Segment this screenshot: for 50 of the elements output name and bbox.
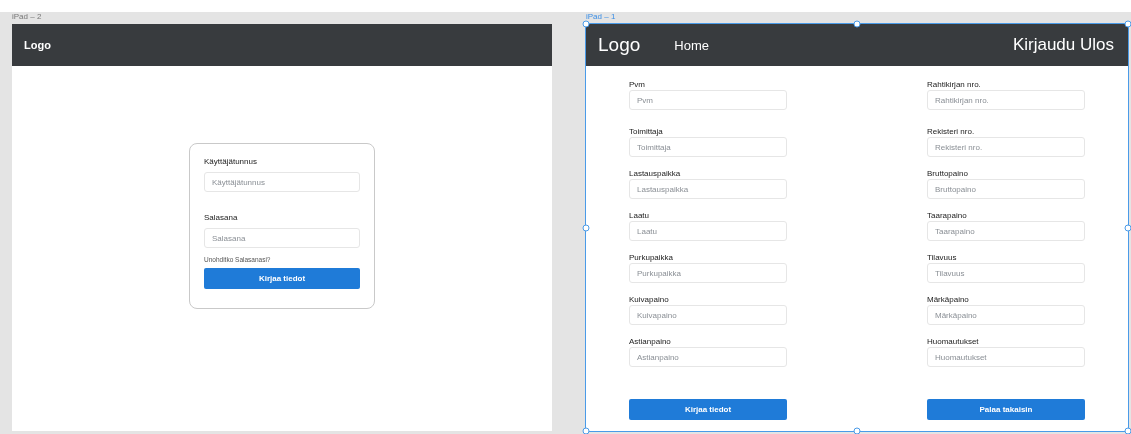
input-field[interactable]: Taarapaino <box>927 221 1085 241</box>
resize-handle[interactable] <box>853 20 861 28</box>
field-label: Salasana <box>204 213 239 223</box>
field-label: Lastauspaikka <box>629 169 682 179</box>
field-label: Tilavuus <box>927 253 958 263</box>
resize-handle[interactable] <box>582 427 590 434</box>
back-button[interactable]: Palaa takaisin <box>927 399 1085 420</box>
input-field[interactable]: Tilavuus <box>927 263 1085 283</box>
field-label: Märkäpaino <box>927 295 970 305</box>
field-label: Purkupaikka <box>629 253 675 263</box>
logo: Logo <box>24 39 51 51</box>
input-field[interactable]: Huomautukset <box>927 347 1085 367</box>
submit-button[interactable]: Kirjaa tiedot <box>204 268 360 289</box>
field-label: Astianpaino <box>629 337 672 347</box>
field-label: Laatu <box>629 211 651 221</box>
input-field[interactable]: Laatu <box>629 221 787 241</box>
input-field[interactable]: Salasana <box>204 228 360 248</box>
field-label: Kuivapaino <box>629 295 670 305</box>
field-label: Taarapaino <box>927 211 968 221</box>
frame-title[interactable]: iPad – 2 <box>12 12 42 21</box>
field-label: Rekisteri nro. <box>927 127 976 137</box>
input-field[interactable]: Rahtikirjan nro. <box>927 90 1085 110</box>
resize-handle[interactable] <box>1124 20 1131 28</box>
resize-handle[interactable] <box>853 427 861 434</box>
input-field[interactable]: Astianpaino <box>629 347 787 367</box>
submit-button[interactable]: Kirjaa tiedot <box>629 399 787 420</box>
logout-link[interactable]: Kirjaudu Ulos <box>1012 35 1114 55</box>
resize-handle[interactable] <box>582 224 590 231</box>
resize-handle[interactable] <box>1124 224 1131 231</box>
input-field[interactable]: Toimittaja <box>629 137 787 157</box>
input-field[interactable]: Pvm <box>629 90 787 110</box>
field-label: Pvm <box>629 80 646 90</box>
home-link[interactable]: Home <box>674 37 709 53</box>
field-label: Toimittaja <box>629 127 664 137</box>
artboard-frame[interactable] <box>586 24 1128 431</box>
input-field[interactable]: Kuivapaino <box>629 305 787 325</box>
input-field[interactable]: Bruttopaino <box>927 179 1085 199</box>
frame-title[interactable]: iPad – 1 <box>586 12 616 21</box>
field-label: Huomautukset <box>927 337 980 347</box>
field-label: Bruttopaino <box>927 169 969 179</box>
input-field[interactable]: Käyttäjätunnus <box>204 172 360 192</box>
resize-handle[interactable] <box>582 20 590 28</box>
field-label: Käyttäjätunnus <box>204 157 258 167</box>
input-field[interactable]: Lastauspaikka <box>629 179 787 199</box>
input-field[interactable]: Purkupaikka <box>629 263 787 283</box>
resize-handle[interactable] <box>1124 427 1131 434</box>
input-field[interactable]: Rekisteri nro. <box>927 137 1085 157</box>
input-field[interactable]: Märkäpaino <box>927 305 1085 325</box>
field-label: Rahtikirjan nro. <box>927 80 982 90</box>
logo: Logo <box>598 34 641 56</box>
